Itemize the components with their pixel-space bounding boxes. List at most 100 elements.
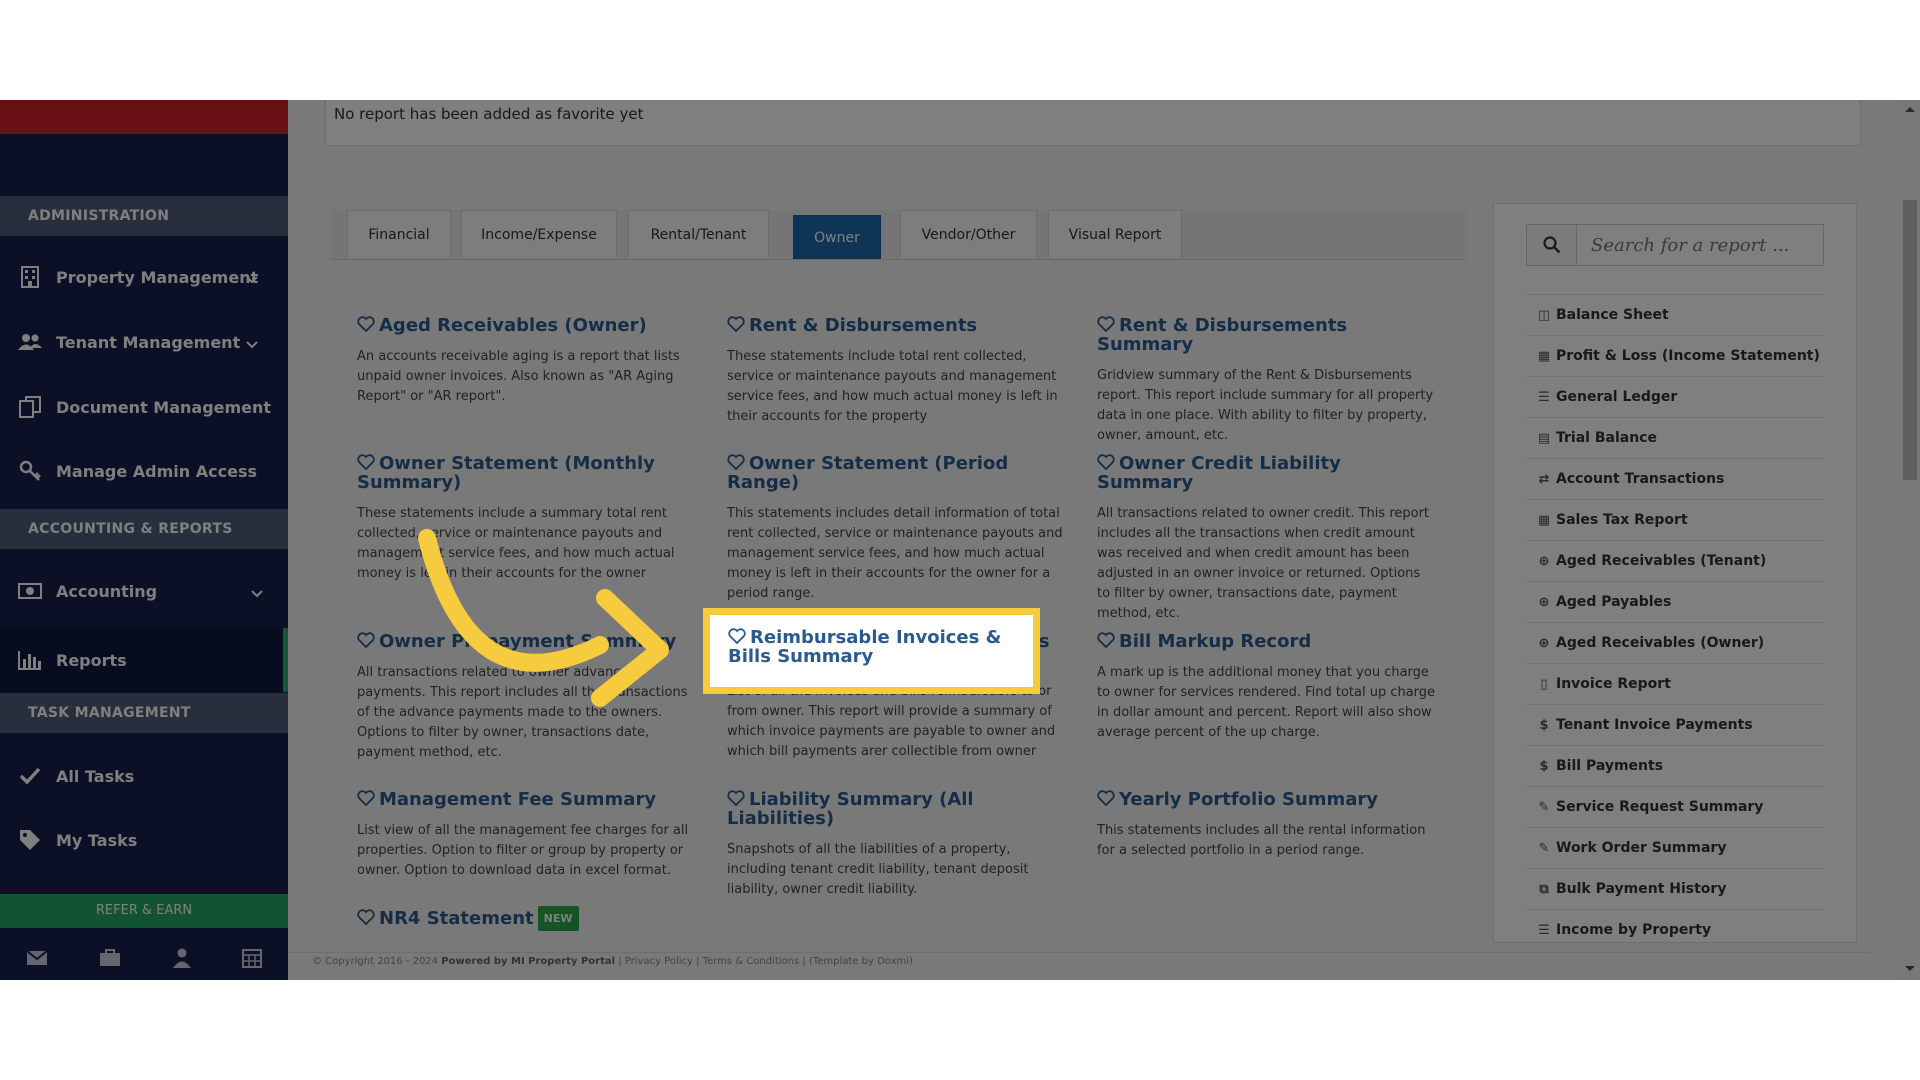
search-input[interactable] [1577, 225, 1823, 265]
quick-report-item[interactable]: ✎ Service Request Summary [1526, 786, 1824, 827]
tab-income-expense[interactable]: Income/Expense [461, 210, 617, 258]
tab-owner[interactable]: Owner [793, 215, 881, 259]
sidebar-item-property-management[interactable]: Property Management [0, 249, 288, 305]
search-icon[interactable] [1527, 225, 1577, 265]
report-link[interactable]: Liability Summary (All Liabilities) [727, 790, 1067, 828]
sidebar-item-reports[interactable]: Reports [0, 628, 288, 692]
report-link[interactable]: Rent & Disbursements [727, 316, 1067, 335]
report-link[interactable]: Owner Statement (Period Range) [727, 454, 1067, 492]
report-card: Owner Prepayment Summary All transaction… [357, 632, 697, 763]
sidebar-item-my-tasks[interactable]: My Tasks [0, 812, 288, 868]
sidebar-item-all-tasks[interactable]: All Tasks [0, 748, 288, 804]
report-description: This statements includes detail informat… [727, 506, 1063, 601]
calendar-icon[interactable] [242, 948, 263, 972]
briefcase-icon[interactable] [99, 949, 121, 971]
heart-icon[interactable] [1097, 632, 1115, 649]
quick-report-label: Aged Receivables (Owner) [1556, 635, 1765, 651]
report-title: Owner Statement (Monthly Summary) [357, 453, 655, 493]
quick-report-item[interactable]: ◫ Balance Sheet [1526, 294, 1824, 335]
powered-by-link[interactable]: Powered by MI Property Portal [441, 956, 615, 967]
quick-report-item[interactable]: ⧉ Bulk Payment History [1526, 868, 1824, 909]
report-description: Gridview summary of the Rent & Disbursem… [1097, 368, 1434, 443]
quick-report-label: Bulk Payment History [1556, 881, 1727, 897]
quick-report-item[interactable]: ▤ Trial Balance [1526, 417, 1824, 458]
quick-report-item[interactable]: ⊕ Aged Payables [1526, 581, 1824, 622]
heart-icon[interactable] [728, 628, 746, 645]
report-link[interactable]: NR4 Statement NEW [357, 906, 697, 931]
heart-icon[interactable] [357, 454, 375, 471]
heart-icon[interactable] [357, 909, 375, 926]
heart-icon[interactable] [1097, 316, 1115, 333]
report-card: Rent & Disbursements These statements in… [727, 316, 1067, 427]
report-link[interactable]: Reimbursable Invoices & Bills Summary [728, 627, 1001, 667]
report-card: Owner Credit Liability Summary All trans… [1097, 454, 1437, 624]
heart-icon[interactable] [727, 790, 745, 807]
chevron-down-icon [246, 334, 258, 353]
report-card: Management Fee Summary List view of all … [357, 790, 697, 881]
report-description: This statements includes all the rental … [1097, 823, 1426, 858]
quick-report-label: Service Request Summary [1556, 799, 1764, 815]
tab-rental-tenant[interactable]: Rental/Tenant [628, 210, 769, 258]
quick-report-item[interactable]: ⊕ Aged Receivables (Tenant) [1526, 540, 1824, 581]
quick-report-item[interactable]: ⊕ Aged Receivables (Owner) [1526, 622, 1824, 663]
report-description: All transactions related to owner advanc… [357, 665, 688, 760]
dollar-icon: $ [1539, 758, 1549, 774]
terms-link[interactable]: Terms & Conditions [703, 956, 800, 967]
section-accounting-reports: ACCOUNTING & REPORTS [0, 509, 288, 549]
heart-icon[interactable] [357, 632, 375, 649]
report-link[interactable]: Aged Receivables (Owner) [357, 316, 697, 335]
quick-report-item[interactable]: ☰ General Ledger [1526, 376, 1824, 417]
heart-icon[interactable] [357, 790, 375, 807]
dollar-icon: $ [1539, 717, 1549, 733]
sidebar-item-label: Manage Admin Access [56, 461, 257, 481]
tab-vendor-other[interactable]: Vendor/Other [900, 210, 1037, 258]
scrollbar[interactable] [1900, 100, 1920, 980]
report-link[interactable]: Rent & Disbursements Summary [1097, 316, 1437, 354]
report-card: Aged Receivables (Owner) An accounts rec… [357, 316, 697, 407]
report-title: NR4 Statement [379, 908, 534, 929]
quick-report-item[interactable]: ▦ Sales Tax Report [1526, 499, 1824, 540]
heart-icon[interactable] [1097, 454, 1115, 471]
report-link[interactable]: Owner Statement (Monthly Summary) [357, 454, 697, 492]
report-link[interactable]: Owner Prepayment Summary [357, 632, 697, 651]
quick-report-item[interactable]: ✎ Work Order Summary [1526, 827, 1824, 868]
money-icon [18, 579, 42, 603]
sidebar-item-tenant-management[interactable]: Tenant Management [0, 314, 288, 370]
sidebar-item-label: Property Management [56, 267, 259, 287]
report-description: A mark up is the additional money that y… [1097, 665, 1436, 740]
report-card: Yearly Portfolio Summary This statements… [1097, 790, 1437, 861]
envelope-icon[interactable] [26, 950, 48, 970]
sidebar-item-label: Tenant Management [56, 332, 241, 352]
sidebar-item-manage-admin-access[interactable]: Manage Admin Access [0, 443, 288, 499]
building-icon [18, 265, 42, 289]
quick-report-item[interactable]: ☰ Income by Property [1526, 909, 1824, 950]
quick-report-item[interactable]: ⇄ Account Transactions [1526, 458, 1824, 499]
tab-financial[interactable]: Financial [347, 210, 451, 258]
user-icon[interactable] [172, 948, 191, 972]
quick-report-label: Aged Payables [1556, 594, 1672, 610]
report-link[interactable]: Yearly Portfolio Summary [1097, 790, 1437, 809]
refer-earn-button[interactable]: REFER & EARN [0, 894, 288, 928]
heart-icon[interactable] [1097, 790, 1115, 807]
report-title: Owner Credit Liability Summary [1097, 453, 1341, 493]
heart-icon[interactable] [727, 454, 745, 471]
heart-icon[interactable] [727, 316, 745, 333]
quick-report-item[interactable]: $ Tenant Invoice Payments [1526, 704, 1824, 745]
quick-report-item[interactable]: ▯ Invoice Report [1526, 663, 1824, 704]
report-title: Reimbursable Invoices & Bills Summary [728, 627, 1002, 667]
report-title: Management Fee Summary [379, 789, 657, 810]
quick-report-item[interactable]: $ Bill Payments [1526, 745, 1824, 786]
report-link[interactable]: Bill Markup Record [1097, 632, 1437, 651]
report-title: Bill Markup Record [1119, 631, 1312, 652]
quick-report-list: ◫ Balance Sheet ▦ Profit & Loss (Income Sta… [1526, 294, 1824, 950]
tab-visual-report[interactable]: Visual Report [1048, 210, 1182, 258]
sidebar-item-document-management[interactable]: Document Management [0, 379, 288, 435]
quick-report-item[interactable]: ▦ Profit & Loss (Income Statement) [1526, 335, 1824, 376]
privacy-link[interactable]: Privacy Policy [625, 956, 693, 967]
sidebar-item-accounting[interactable]: Accounting [0, 563, 288, 619]
report-search-panel: ◫ Balance Sheet ▦ Profit & Loss (Income Sta… [1493, 203, 1857, 943]
report-link[interactable]: Management Fee Summary [357, 790, 697, 809]
heart-icon[interactable] [357, 316, 375, 333]
report-link[interactable]: Owner Credit Liability Summary [1097, 454, 1437, 492]
highlighted-report[interactable]: Reimbursable Invoices & Bills Summary [703, 608, 1040, 694]
